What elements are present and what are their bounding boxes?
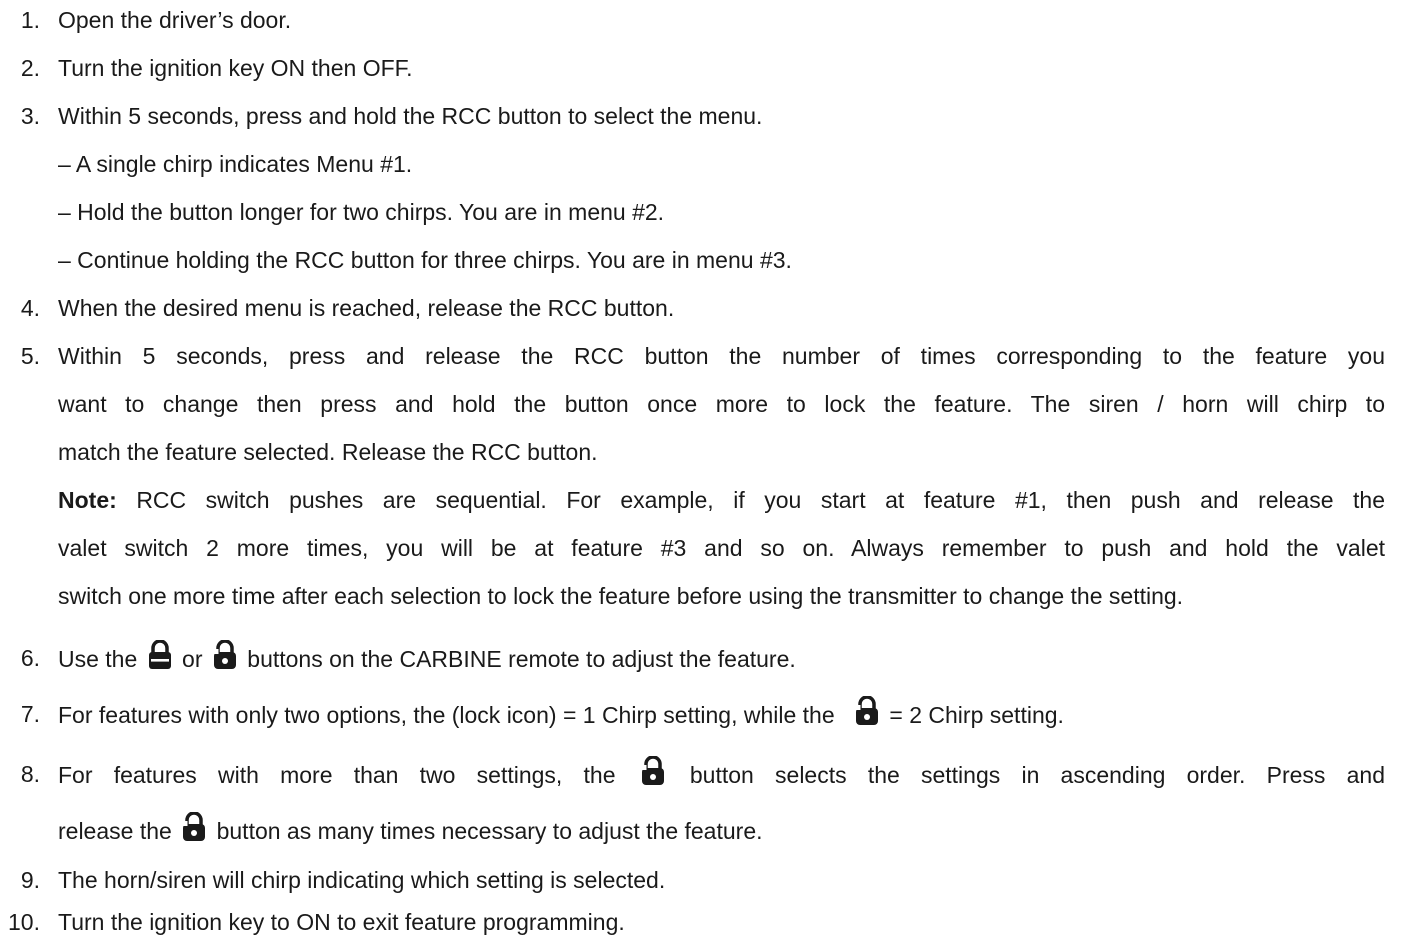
note-label: Note: — [58, 487, 117, 513]
step-text-line-1: Within 5 seconds, press and release the … — [58, 343, 1385, 369]
note-line-3-text: switch one more time after each selectio… — [58, 583, 1184, 609]
step-7-pre: For features with only two options, the … — [58, 702, 842, 728]
step-text: Use the or buttons on the CARBINE remote… — [58, 640, 796, 677]
step-number: 2. — [20, 55, 40, 81]
note-line-1-text: RCC switch pushes are sequential. For ex… — [136, 487, 1386, 513]
step-number: 4. — [20, 295, 40, 321]
lock-open-icon — [182, 812, 206, 842]
step-text: Within 5 seconds, press and hold the RCC… — [58, 103, 763, 129]
step-8-post: button selects the settings in ascending… — [689, 762, 1385, 788]
step-text: Turn the ignition key to ON to exit feat… — [58, 909, 625, 935]
step-text-line-1: For features with more than two settings… — [58, 756, 1385, 793]
sub-item-text: – A single chirp indicates Menu #1. — [58, 151, 413, 177]
step-text-line-2: want to change then press and hold the b… — [58, 391, 1385, 417]
step-8-pre: For features with more than two settings… — [58, 762, 637, 788]
sub-item-text: – Hold the button longer for two chirps.… — [58, 199, 665, 225]
step-6-pre: Use the — [58, 646, 144, 672]
step-6-mid: or — [175, 646, 209, 672]
lock-closed-icon — [148, 640, 172, 670]
step-number: 3. — [20, 103, 40, 129]
step-8-line2-post: button as many times necessary to adjust… — [210, 818, 763, 844]
step-text: For features with only two options, the … — [58, 696, 1064, 733]
note-text: Note: RCC switch pushes are sequential. … — [58, 482, 1385, 518]
note-line-2-text: valet switch 2 more times, you will be a… — [58, 535, 1385, 561]
step-number: 5. — [20, 343, 40, 369]
step-text-line-2: release the button as many times necessa… — [58, 812, 763, 849]
step-number: 1. — [20, 7, 40, 33]
lock-open-icon — [641, 756, 665, 786]
sub-item-text: – Continue holding the RCC button for th… — [58, 247, 792, 273]
step-number: 10. — [8, 909, 40, 935]
step-text: Turn the ignition key ON then OFF. — [58, 55, 413, 81]
step-number: 7. — [20, 701, 40, 727]
lock-open-icon — [213, 640, 237, 670]
instruction-document: 1. Open the driver’s door. 2. Turn the i… — [0, 0, 1403, 943]
step-text: The horn/siren will chirp indicating whi… — [58, 867, 666, 893]
step-number: 9. — [20, 867, 40, 893]
step-text: When the desired menu is reached, releas… — [58, 295, 675, 321]
step-7-post: = 2 Chirp setting. — [883, 702, 1064, 728]
step-6-post: buttons on the CARBINE remote to adjust … — [240, 646, 796, 672]
step-text-line-3: match the feature selected. Release the … — [58, 439, 598, 465]
step-text: Open the driver’s door. — [58, 7, 292, 33]
step-8-line2-pre: release the — [58, 818, 179, 844]
lock-open-icon — [855, 696, 879, 726]
step-number: 6. — [20, 645, 40, 671]
step-number: 8. — [20, 761, 40, 787]
